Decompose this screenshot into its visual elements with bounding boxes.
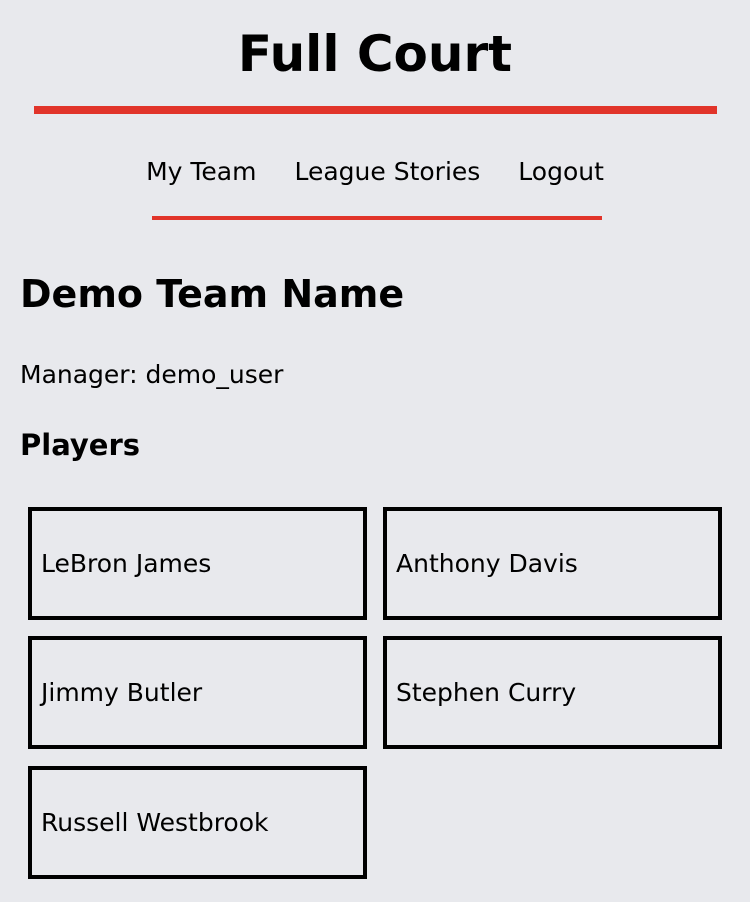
site-title: Full Court xyxy=(237,25,513,83)
nav-my-team[interactable]: My Team xyxy=(146,150,256,194)
manager-label: Manager: demo_user xyxy=(20,360,284,389)
nav-divider xyxy=(152,216,602,220)
player-card[interactable]: Anthony Davis xyxy=(383,507,722,620)
nav-logout[interactable]: Logout xyxy=(518,150,604,194)
title-divider xyxy=(34,106,717,114)
players-heading: Players xyxy=(20,428,141,462)
main-nav: My Team League Stories Logout xyxy=(0,150,750,194)
player-card[interactable]: Russell Westbrook xyxy=(28,766,367,879)
team-name: Demo Team Name xyxy=(20,272,405,316)
player-card[interactable]: Stephen Curry xyxy=(383,636,722,749)
player-card[interactable]: LeBron James xyxy=(28,507,367,620)
player-card[interactable]: Jimmy Butler xyxy=(28,636,367,749)
nav-league-stories[interactable]: League Stories xyxy=(294,150,480,194)
